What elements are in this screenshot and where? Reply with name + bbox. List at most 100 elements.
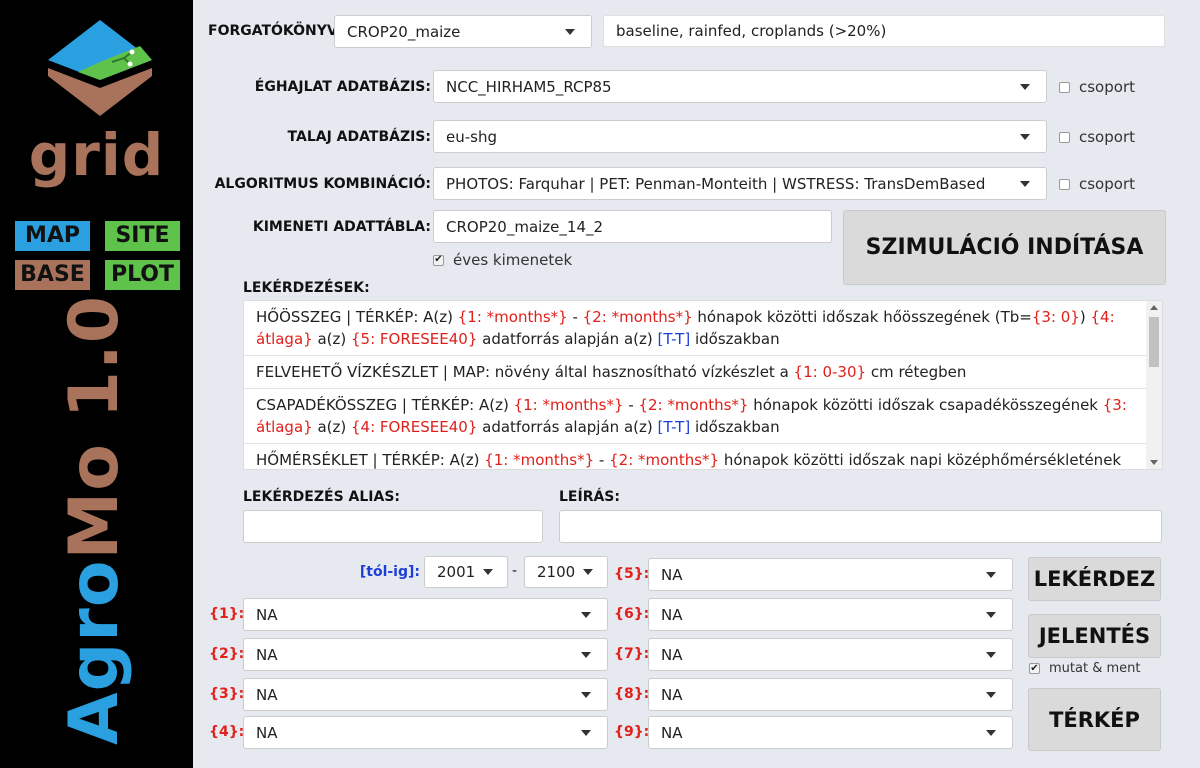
range-from-select[interactable]: 2001 (424, 556, 508, 588)
algorithm-value: PHOTOS: Farquhar | PET: Penman-Monteith … (446, 174, 986, 193)
param-1-select[interactable]: NA (243, 598, 608, 631)
query-button[interactable]: LEKÉRDEZ (1028, 557, 1161, 601)
chevron-down-icon (583, 569, 593, 575)
range-to-value: 2100 (537, 563, 576, 581)
brand-part-2: Mo 1.0 (55, 294, 134, 560)
checkbox-icon (1059, 81, 1070, 93)
param-2-select[interactable]: NA (243, 638, 608, 671)
param-5-label: {5}: (614, 566, 650, 582)
param-5-value: NA (661, 565, 683, 584)
param-3-label: {3}: (209, 686, 245, 702)
chevron-down-icon (1020, 180, 1030, 187)
chevron-down-icon (581, 691, 591, 698)
scroll-up-icon[interactable] (1150, 305, 1158, 310)
queries-label: LEKÉRDEZÉSEK: (243, 280, 370, 296)
chevron-down-icon (986, 651, 996, 658)
show-save-checkbox[interactable]: ✔ mutat & ment (1029, 661, 1140, 676)
param-3-select[interactable]: NA (243, 678, 608, 711)
query-item-precipitation[interactable]: CSAPADÉKÖSSZEG | TÉRKÉP: A(z) {1: *month… (244, 389, 1147, 444)
param-6-value: NA (661, 605, 683, 624)
chevron-down-icon (986, 691, 996, 698)
param-2-value: NA (256, 645, 278, 664)
nav-map-button[interactable]: MAP (15, 221, 90, 251)
soil-group-checkbox[interactable]: csoport (1059, 128, 1135, 146)
chevron-down-icon (986, 571, 996, 578)
param-3-value: NA (256, 685, 278, 704)
scroll-down-icon[interactable] (1150, 460, 1158, 465)
range-dash: - (512, 563, 518, 579)
query-item-temperature[interactable]: HŐMÉRSÉKLET | TÉRKÉP: A(z) {1: *months*}… (244, 444, 1147, 469)
queries-list[interactable]: HŐÖSSZEG | TÉRKÉP: A(z) {1: *months*} - … (243, 300, 1163, 470)
query-alias-label: LEKÉRDEZÉS ALIAS: (243, 489, 401, 505)
chevron-down-icon (1020, 133, 1030, 140)
map-button[interactable]: TÉRKÉP (1028, 688, 1161, 751)
soil-group-label: csoport (1079, 128, 1135, 146)
climate-label: ÉGHAJLAT ADATBÁZIS: (254, 79, 431, 95)
chevron-down-icon (581, 729, 591, 736)
param-4-value: NA (256, 723, 278, 742)
chevron-down-icon (986, 729, 996, 736)
output-table-label: KIMENETI ADATTÁBLA: (252, 219, 431, 235)
show-save-label: mutat & ment (1049, 661, 1141, 676)
param-7-label: {7}: (614, 646, 650, 662)
param-2-label: {2}: (209, 646, 245, 662)
annual-output-label: éves kimenetek (453, 251, 573, 269)
range-to-select[interactable]: 2100 (524, 556, 608, 588)
report-button[interactable]: JELENTÉS (1028, 614, 1161, 658)
chevron-down-icon (581, 651, 591, 658)
param-6-select[interactable]: NA (648, 598, 1013, 631)
query-item-heat-sum[interactable]: HŐÖSSZEG | TÉRKÉP: A(z) {1: *months*} - … (244, 301, 1147, 356)
brand-part-1: Agro (55, 559, 134, 745)
sidebar: grid MAP SITE BASE PLOT AgroMo 1.0 (0, 0, 193, 768)
param-6-label: {6}: (614, 606, 650, 622)
algorithm-label: ALGORITMUS KOMBINÁCIÓ: (214, 176, 431, 192)
start-simulation-button[interactable]: SZIMULÁCIÓ INDÍTÁSA (843, 210, 1166, 285)
scenario-description: baseline, rainfed, croplands (>20%) (603, 15, 1165, 47)
soil-select[interactable]: eu-shg (433, 120, 1047, 153)
chevron-down-icon (483, 569, 493, 575)
scenario-label: FORGATÓKÖNYV: (208, 23, 343, 39)
param-8-select[interactable]: NA (648, 678, 1013, 711)
logo-word: grid (28, 121, 165, 189)
scenario-value: CROP20_maize (347, 22, 461, 41)
query-item-water[interactable]: FELVEHETŐ VÍZKÉSZLET | MAP: növény által… (244, 356, 1147, 389)
query-text: CSAPADÉKÖSSZEG | TÉRKÉP: A(z) {1: *month… (256, 396, 1127, 436)
param-1-label: {1}: (209, 606, 245, 622)
param-8-label: {8}: (614, 686, 650, 702)
query-text: FELVEHETŐ VÍZKÉSZLET | MAP: növény által… (256, 363, 967, 381)
nav-base-button[interactable]: BASE (15, 260, 90, 290)
scenario-select[interactable]: CROP20_maize (334, 15, 592, 48)
param-8-value: NA (661, 685, 683, 704)
description-input[interactable] (559, 510, 1162, 543)
param-5-select[interactable]: NA (648, 558, 1013, 591)
algorithm-group-label: csoport (1079, 175, 1135, 193)
description-label: LEÍRÁS: (559, 489, 620, 505)
algorithm-group-checkbox[interactable]: csoport (1059, 175, 1135, 193)
param-9-select[interactable]: NA (648, 716, 1013, 749)
climate-value: NCC_HIRHAM5_RCP85 (446, 77, 612, 96)
annual-output-checkbox[interactable]: ✔ éves kimenetek (433, 251, 572, 269)
soil-label: TALAJ ADATBÁZIS: (287, 129, 431, 145)
param-4-label: {4}: (209, 724, 245, 740)
param-4-select[interactable]: NA (243, 716, 608, 749)
param-7-select[interactable]: NA (648, 638, 1013, 671)
chevron-down-icon (986, 611, 996, 618)
climate-group-label: csoport (1079, 78, 1135, 96)
scrollbar-thumb[interactable] (1149, 317, 1159, 367)
range-label: [tól-ig]: (359, 564, 420, 580)
agrogrid-logo-icon (48, 20, 152, 116)
brand-title: AgroMo 1.0 (55, 295, 134, 745)
algorithm-select[interactable]: PHOTOS: Farquhar | PET: Penman-Monteith … (433, 167, 1047, 200)
query-text: HŐMÉRSÉKLET | TÉRKÉP: A(z) {1: *months*}… (256, 451, 1122, 469)
nav-site-button[interactable]: SITE (105, 221, 180, 251)
climate-group-checkbox[interactable]: csoport (1059, 78, 1135, 96)
queries-scrollbar[interactable] (1146, 301, 1162, 469)
query-alias-input[interactable] (243, 510, 543, 543)
output-table-input[interactable]: CROP20_maize_14_2 (433, 210, 832, 243)
chevron-down-icon (1020, 83, 1030, 90)
nav-plot-button[interactable]: PLOT (105, 260, 180, 290)
climate-select[interactable]: NCC_HIRHAM5_RCP85 (433, 70, 1047, 103)
soil-value: eu-shg (446, 127, 497, 146)
query-text: HŐÖSSZEG | TÉRKÉP: A(z) {1: *months*} - … (256, 308, 1115, 348)
param-9-label: {9}: (614, 724, 650, 740)
